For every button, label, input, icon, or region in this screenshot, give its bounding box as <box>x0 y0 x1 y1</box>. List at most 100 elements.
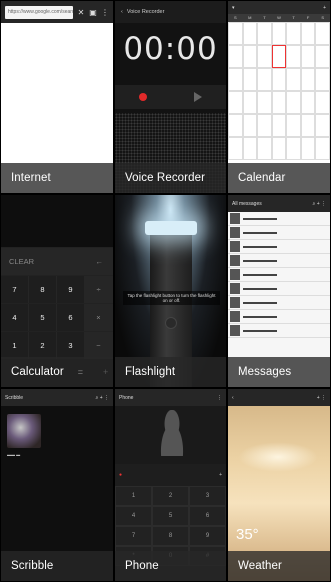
dial-key[interactable]: 4 <box>115 506 152 526</box>
conversation-row[interactable] <box>228 226 330 240</box>
play-icon[interactable] <box>194 92 203 102</box>
conversation-row[interactable] <box>228 254 330 268</box>
key-4[interactable]: 4 <box>1 304 29 331</box>
calendar-day-cell[interactable] <box>286 68 301 91</box>
calendar-day-cell[interactable] <box>228 22 243 45</box>
calendar-day-cell[interactable] <box>242 91 258 114</box>
calendar-day-cell[interactable] <box>257 68 272 91</box>
calendar-day-cell[interactable] <box>257 45 272 68</box>
search-icon[interactable]: ⌕ + ⋮ <box>313 201 327 207</box>
calendar-day-cell[interactable] <box>271 68 287 91</box>
power-button[interactable] <box>165 317 177 329</box>
calendar-day-cell[interactable] <box>300 22 316 45</box>
conversation-row[interactable] <box>228 324 330 338</box>
calendar-day-cell[interactable] <box>315 137 330 160</box>
calendar-day-cell[interactable] <box>286 45 301 68</box>
calendar-day-cell[interactable] <box>300 137 316 160</box>
calendar-day-cell[interactable] <box>242 45 258 68</box>
app-tile-phone[interactable]: Phone ⋮ ● + 123456789*0# Phone <box>114 388 227 582</box>
calendar-day-cell[interactable] <box>242 22 258 45</box>
dial-key[interactable]: 7 <box>115 526 152 546</box>
dial-key[interactable]: 8 <box>152 526 189 546</box>
calendar-view-dropdown[interactable]: ▾ <box>232 5 235 11</box>
key-5[interactable]: 5 <box>29 304 57 331</box>
record-icon[interactable] <box>138 93 147 101</box>
add-event-icon[interactable]: + <box>323 5 326 11</box>
divide-button[interactable]: ÷ <box>85 276 113 303</box>
calendar-day-cell[interactable] <box>315 45 330 68</box>
calendar-day-cell[interactable] <box>315 91 330 114</box>
calendar-day-cell[interactable] <box>300 114 316 137</box>
calendar-day-cell[interactable] <box>257 91 272 114</box>
conversation-row[interactable] <box>228 212 330 226</box>
key-2[interactable]: 2 <box>29 332 57 359</box>
calendar-day-cell[interactable] <box>228 114 243 137</box>
dial-key[interactable]: 2 <box>152 486 189 506</box>
key-6[interactable]: 6 <box>57 304 85 331</box>
close-icon[interactable]: ✕ <box>77 8 85 17</box>
calendar-day-cell[interactable] <box>228 45 243 68</box>
backspace-button[interactable]: ← <box>86 248 113 275</box>
calendar-day-cell[interactable] <box>228 91 243 114</box>
multiply-button[interactable]: × <box>85 304 113 331</box>
calendar-day-cell[interactable] <box>242 114 258 137</box>
conversation-row[interactable] <box>228 268 330 282</box>
dial-key[interactable]: 1 <box>115 486 152 506</box>
conversation-row[interactable] <box>228 310 330 324</box>
calendar-day-cell[interactable] <box>300 68 316 91</box>
url-field[interactable]: https://www.google.com/search <box>5 5 73 19</box>
calendar-day-cell[interactable] <box>315 114 330 137</box>
back-icon[interactable]: ‹ <box>121 9 123 15</box>
minus-button[interactable]: − <box>85 332 113 359</box>
more-icon[interactable]: ⋮ <box>217 395 222 401</box>
note-thumbnail[interactable] <box>7 414 41 448</box>
add-contact-icon[interactable]: + <box>219 472 222 478</box>
calendar-day-cell[interactable] <box>300 45 316 68</box>
calendar-day-cell[interactable] <box>257 114 272 137</box>
search-icon[interactable]: ⌕ + ⋮ <box>96 395 110 401</box>
more-icon[interactable]: ⋮ <box>101 8 109 17</box>
conversation-row[interactable] <box>228 296 330 310</box>
calendar-day-cell[interactable] <box>300 91 316 114</box>
plus-button[interactable]: + <box>103 367 108 377</box>
calendar-day-cell[interactable] <box>271 22 287 45</box>
dial-key[interactable]: 9 <box>189 526 226 546</box>
calendar-day-cell[interactable] <box>228 137 243 160</box>
tabs-icon[interactable]: ▣ <box>89 8 97 17</box>
conversation-row[interactable] <box>228 282 330 296</box>
add-icon[interactable]: + ⋮ <box>317 395 326 401</box>
calendar-day-cell[interactable] <box>271 114 287 137</box>
app-tile-flashlight[interactable]: Tap the flashlight button to turn the fl… <box>114 194 227 388</box>
calendar-day-cell[interactable] <box>286 114 301 137</box>
conversation-row[interactable] <box>228 240 330 254</box>
dial-key[interactable]: 3 <box>189 486 226 506</box>
calendar-day-cell[interactable] <box>257 137 272 160</box>
back-icon[interactable]: ‹ <box>232 395 234 401</box>
calendar-day-cell[interactable] <box>286 22 301 45</box>
calendar-day-cell[interactable] <box>315 22 330 45</box>
calendar-day-cell[interactable] <box>271 45 287 68</box>
app-tile-weather[interactable]: ‹ + ⋮ 35° Weather <box>227 388 331 582</box>
app-tile-calendar[interactable]: ▾ + S M T W T F S Calendar <box>227 0 331 194</box>
clear-button[interactable]: CLEAR <box>1 248 87 275</box>
key-9[interactable]: 9 <box>57 276 85 303</box>
app-tile-scribble[interactable]: Scribble ⌕ + ⋮ ▬▬ ▬ Scribble <box>0 388 114 582</box>
key-1[interactable]: 1 <box>1 332 29 359</box>
dial-key[interactable]: 5 <box>152 506 189 526</box>
app-tile-calculator[interactable]: CLEAR ← 7 8 9 ÷ 4 5 6 × 1 2 3 − Calculat… <box>0 194 114 388</box>
key-3[interactable]: 3 <box>57 332 85 359</box>
calendar-day-cell[interactable] <box>271 137 287 160</box>
app-tile-voice-recorder[interactable]: ‹ Voice Recorder 00:00 Voice Recorder <box>114 0 227 194</box>
key-7[interactable]: 7 <box>1 276 29 303</box>
dial-key[interactable]: 6 <box>189 506 226 526</box>
calendar-day-cell[interactable] <box>242 137 258 160</box>
calendar-day-cell[interactable] <box>228 68 243 91</box>
calendar-day-cell[interactable] <box>271 91 287 114</box>
calendar-day-cell[interactable] <box>315 68 330 91</box>
equals-button[interactable]: = <box>78 367 83 377</box>
calendar-day-cell[interactable] <box>286 137 301 160</box>
calendar-day-cell[interactable] <box>257 22 272 45</box>
key-8[interactable]: 8 <box>29 276 57 303</box>
calendar-day-cell[interactable] <box>242 68 258 91</box>
calendar-day-cell[interactable] <box>286 91 301 114</box>
